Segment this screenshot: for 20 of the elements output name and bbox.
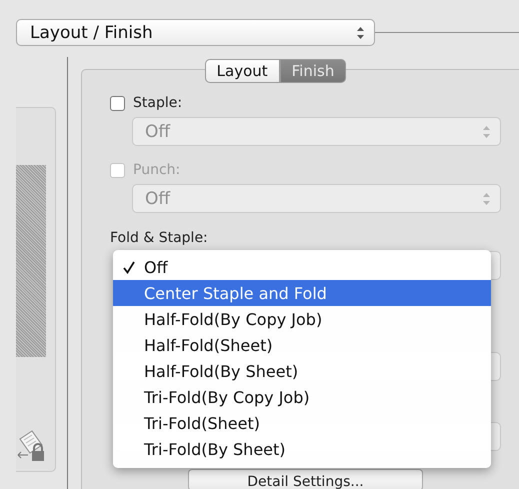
- locked-document-icon: [16, 429, 46, 463]
- tab[interactable]: Layout: [204, 59, 280, 83]
- option-label: Punch:: [133, 162, 180, 178]
- menu-item[interactable]: Tri-Fold(Sheet): [113, 410, 491, 436]
- menu-item[interactable]: Half-Fold(Sheet): [113, 332, 491, 358]
- menu-item[interactable]: Tri-Fold(By Sheet): [113, 436, 491, 462]
- section-label: Fold & Staple:: [110, 230, 209, 246]
- stepper-arrows-icon: [483, 192, 490, 204]
- page-select[interactable]: Layout / Finish: [16, 19, 375, 46]
- stepper-arrows-icon: [483, 126, 490, 138]
- detail-settings-button[interactable]: Detail Settings...: [188, 469, 423, 489]
- menu-item[interactable]: Center Staple and Fold: [113, 280, 491, 306]
- menu-item[interactable]: Off: [113, 254, 491, 280]
- menu-item[interactable]: Tri-Fold(By Copy Job): [113, 384, 491, 410]
- checkmark-icon: [123, 261, 135, 274]
- menu-item[interactable]: Half-Fold(By Copy Job): [113, 306, 491, 332]
- option-label: Staple:: [133, 95, 182, 111]
- checkbox[interactable]: [110, 96, 125, 110]
- stepper-arrows-icon: [357, 26, 364, 38]
- menu-item[interactable]: Half-Fold(By Sheet): [113, 358, 491, 384]
